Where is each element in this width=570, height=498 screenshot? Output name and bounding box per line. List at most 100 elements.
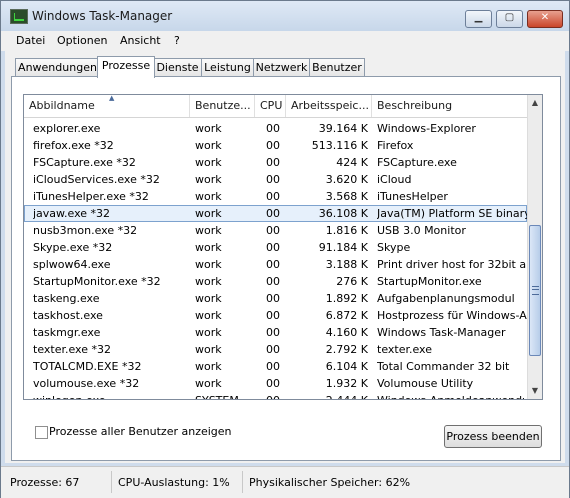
window-title: Windows Task-Manager (32, 9, 173, 23)
tab-benutzer[interactable]: Benutzer (309, 58, 365, 77)
table-row[interactable]: winlogon.exeSYSTEM 00 2.444 K Windows-Anmel… (24, 392, 527, 399)
process-cpu: 00 (266, 258, 280, 271)
process-memory: 2.792 K (325, 343, 368, 356)
process-name: explorer.exe (33, 122, 101, 135)
process-description: Windows-Anmeldeanwendung (377, 392, 527, 399)
title-bar[interactable]: Windows Task-Manager ▁ ▢ ✕ (1, 1, 569, 31)
status-divider (111, 471, 112, 493)
table-row[interactable]: taskeng.exe work 00 1.892 K Aufgabenplanungs… (24, 290, 527, 307)
process-description: USB 3.0 Monitor (377, 224, 466, 237)
grip-icon (532, 286, 539, 295)
process-memory: 3.188 K (325, 258, 368, 271)
process-description: Firefox (377, 139, 414, 152)
process-cpu: 00 (266, 241, 280, 254)
process-name: FSCapture.exe *32 (33, 156, 136, 169)
column-header-row: ▲ Abbildname Benutze... CPU Arbeitsspeic… (24, 95, 527, 118)
status-memory: Physikalischer Speicher: 62% (249, 476, 411, 489)
table-row[interactable]: iTunesHelper.exe *32 work 00 3.568 K iTunesH… (24, 188, 527, 205)
show-all-users-label[interactable]: Prozesse aller Benutzer anzeigen (49, 425, 232, 438)
scrollbar-thumb[interactable] (529, 225, 541, 356)
menu-help[interactable]: ? (174, 34, 180, 47)
process-name: nusb3mon.exe *32 (33, 224, 138, 237)
process-name: taskmgr.exe (33, 326, 101, 339)
process-name: iTunesHelper.exe *32 (33, 190, 149, 203)
task-manager-window: Windows Task-Manager ▁ ▢ ✕ Datei Optione… (0, 0, 570, 498)
column-header-memory[interactable]: Arbeitsspeic... (286, 95, 372, 117)
show-all-users-checkbox[interactable] (35, 426, 48, 439)
table-row[interactable]: StartupMonitor.exe *32 work 00 276 K Startup… (24, 273, 527, 290)
tab-leistung[interactable]: Leistung (201, 58, 254, 77)
process-name: javaw.exe *32 (33, 207, 111, 220)
process-memory: 36.108 K (318, 207, 368, 220)
process-name: taskhost.exe (33, 309, 103, 322)
process-user: SYSTEM (195, 392, 255, 399)
minimize-button[interactable]: ▁ (465, 10, 492, 28)
process-description: Volumouse Utility (377, 377, 474, 390)
close-button[interactable]: ✕ (527, 10, 563, 28)
column-header-image-name[interactable]: ▲ Abbildname (24, 95, 190, 117)
process-description: Skype (377, 241, 411, 254)
process-user: work (195, 326, 222, 339)
scroll-down-icon[interactable]: ▼ (528, 383, 542, 399)
process-user: work (195, 224, 222, 237)
vertical-scrollbar[interactable]: ▲ ▼ (527, 95, 542, 399)
table-row[interactable]: javaw.exe *32 work 00 36.108 K Java(TM) Plat… (24, 205, 527, 222)
process-cpu: 00 (266, 122, 280, 135)
process-memory: 3.620 K (325, 173, 368, 186)
process-cpu: 00 (266, 343, 280, 356)
menu-optionen[interactable]: Optionen (57, 34, 107, 47)
process-name: volumouse.exe *32 (33, 377, 140, 390)
process-user: work (195, 360, 222, 373)
tab-dienste[interactable]: Dienste (153, 58, 202, 77)
process-user: work (195, 241, 222, 254)
process-description: Aufgabenplanungsmodul (377, 292, 515, 305)
process-memory: 3.568 K (325, 190, 368, 203)
process-memory: 513.116 K (311, 139, 368, 152)
process-name: taskeng.exe (33, 292, 100, 305)
status-cpu: CPU-Auslastung: 1% (118, 476, 230, 489)
table-row[interactable]: explorer.exe work 00 39.164 K Windows-Explor… (24, 120, 527, 137)
process-memory: 39.164 K (318, 122, 368, 135)
process-description: iTunesHelper (377, 190, 448, 203)
process-memory: 6.104 K (325, 360, 368, 373)
table-row[interactable]: iCloudServices.exe *32 work 00 3.620 K iClou… (24, 171, 527, 188)
table-row[interactable]: texter.exe *32 work 00 2.792 K texter.exe (24, 341, 527, 358)
process-list[interactable]: ▲ Abbildname Benutze... CPU Arbeitsspeic… (23, 94, 543, 400)
process-cpu: 00 (266, 292, 280, 305)
process-description: Hostprozess für Windows-Aufgaben (377, 309, 527, 322)
process-description: Total Commander 32 bit (377, 360, 510, 373)
menu-ansicht[interactable]: Ansicht (120, 34, 161, 47)
table-row[interactable]: taskmgr.exe work 00 4.160 K Windows Task-Man… (24, 324, 527, 341)
column-header-cpu[interactable]: CPU (255, 95, 286, 117)
tab-prozesse[interactable]: Prozesse (97, 56, 155, 78)
sort-ascending-icon: ▲ (109, 95, 115, 102)
table-row[interactable]: splwow64.exe work 00 3.188 K Print driver ho… (24, 256, 527, 273)
process-cpu: 00 (266, 309, 280, 322)
process-cpu: 00 (266, 156, 280, 169)
process-memory: 276 K (336, 275, 368, 288)
process-name: TOTALCMD.EXE *32 (33, 360, 142, 373)
table-row[interactable]: nusb3mon.exe *32 work 00 1.816 K USB 3.0 Mon… (24, 222, 527, 239)
process-description: StartupMonitor.exe (377, 275, 482, 288)
table-row[interactable]: firefox.exe *32 work 00 513.116 K Firefox (24, 137, 527, 154)
table-row[interactable]: taskhost.exe work 00 6.872 K Hostprozess für… (24, 307, 527, 324)
process-description: FSCapture.exe (377, 156, 457, 169)
table-row[interactable]: volumouse.exe *32 work 00 1.932 K Volumouse … (24, 375, 527, 392)
table-row[interactable]: FSCapture.exe *32 work 00 424 K FSCapture.ex… (24, 154, 527, 171)
process-cpu: 00 (266, 173, 280, 186)
maximize-button[interactable]: ▢ (496, 10, 523, 28)
scroll-up-icon[interactable]: ▲ (528, 95, 542, 111)
tab-netzwerk[interactable]: Netzwerk (253, 58, 310, 77)
process-description: iCloud (377, 173, 412, 186)
column-header-description[interactable]: Beschreibung (372, 95, 527, 117)
column-header-user[interactable]: Benutze... (190, 95, 255, 117)
end-process-button[interactable]: Prozess beenden (444, 425, 542, 448)
table-row[interactable]: TOTALCMD.EXE *32 work 00 6.104 K Total Comma… (24, 358, 527, 375)
status-bar: Prozesse: 67 CPU-Auslastung: 1% Physikal… (1, 466, 569, 498)
tab-anwendungen[interactable]: Anwendungen (15, 58, 100, 77)
process-cpu: 00 (266, 207, 280, 220)
process-memory: 91.184 K (318, 241, 368, 254)
menu-datei[interactable]: Datei (16, 34, 45, 47)
process-name: StartupMonitor.exe *32 (33, 275, 161, 288)
table-row[interactable]: Skype.exe *32 work 00 91.184 K Skype (24, 239, 527, 256)
